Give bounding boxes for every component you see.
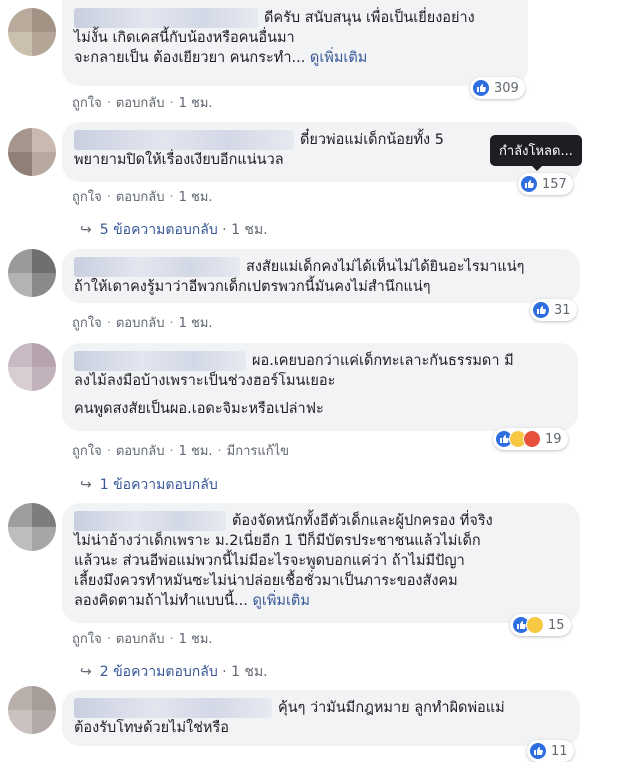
- timestamp[interactable]: 1 ชม.: [179, 190, 213, 205]
- reply-arrow-icon: ↪: [80, 222, 92, 238]
- like-icon: [532, 301, 550, 319]
- reaction-summary[interactable]: 15: [510, 614, 571, 636]
- like-link[interactable]: ถูกใจ: [72, 316, 102, 331]
- reaction-summary[interactable]: 19: [493, 428, 568, 450]
- avatar[interactable]: [8, 343, 56, 391]
- like-link[interactable]: ถูกใจ: [72, 96, 102, 111]
- like-icon: [529, 742, 547, 760]
- separator-dot: ·: [106, 96, 111, 111]
- reaction-count: 15: [548, 617, 565, 633]
- reaction-summary[interactable]: 157: [518, 173, 573, 195]
- edited-label[interactable]: มีการแก้ไข: [227, 444, 289, 459]
- comment-bubble: สงสัยแม่เด็กคงไม่ได้เห็นไม่ได้ยินอะไรมาแ…: [62, 249, 580, 303]
- replies-timestamp: 1 ชม.: [231, 664, 268, 680]
- comment-actions: ถูกใจ · ตอบกลับ · 1 ชม.: [72, 628, 213, 649]
- reply-link[interactable]: ตอบกลับ: [116, 316, 165, 331]
- reaction-summary[interactable]: 11: [527, 740, 574, 762]
- reply-link[interactable]: ตอบกลับ: [116, 96, 165, 111]
- separator-dot: ·: [169, 316, 174, 331]
- like-link[interactable]: ถูกใจ: [72, 190, 102, 205]
- commenter-name[interactable]: [74, 8, 258, 28]
- loading-tooltip: กำลังโหลด...: [490, 135, 582, 171]
- comment-actions: ถูกใจ · ตอบกลับ · 1 ชม. · มีการแก้ไข: [72, 440, 289, 461]
- view-replies-link[interactable]: ↪ 2 ข้อความตอบกลับ · 1 ชม.: [80, 661, 268, 683]
- reply-link[interactable]: ตอบกลับ: [116, 632, 165, 647]
- reaction-count: 11: [551, 743, 568, 759]
- comment-text-paragraph: คนพูดสงสัยเป็นผอ.เอดะจิมะหรือเปล่าฟะ: [74, 401, 324, 417]
- commenter-name[interactable]: [74, 351, 246, 371]
- timestamp[interactable]: 1 ชม.: [179, 444, 213, 459]
- replies-timestamp: 1 ชม.: [231, 222, 268, 238]
- avatar[interactable]: [8, 8, 56, 56]
- like-link[interactable]: ถูกใจ: [72, 632, 102, 647]
- see-more-link[interactable]: ดูเพิ่มเติม: [252, 593, 309, 609]
- reaction-count: 309: [494, 80, 519, 96]
- timestamp[interactable]: 1 ชม.: [179, 316, 213, 331]
- replies-count-label[interactable]: 1 ข้อความตอบกลับ: [100, 477, 218, 493]
- comment-bubble: ดีครับ สนับสนุน เพื่อเป็นเยี่ยงอย่าง ไม่…: [62, 0, 528, 86]
- replies-count-label[interactable]: 2 ข้อความตอบกลับ: [100, 664, 218, 680]
- comment-bubble: คุ้นๆ ว่ามันมีกฎหมาย ลูกทำผิดพ่อแม่ ต้อง…: [62, 690, 580, 746]
- comment-actions: ถูกใจ · ตอบกลับ · 1 ชม.: [72, 92, 213, 113]
- view-replies-link[interactable]: ↪ 1 ข้อความตอบกลับ: [80, 474, 218, 496]
- comment-actions: ถูกใจ · ตอบกลับ · 1 ชม.: [72, 186, 213, 207]
- separator-dot: ·: [169, 444, 174, 459]
- angry-icon: [523, 430, 541, 448]
- separator-dot: ·: [106, 444, 111, 459]
- separator-dot: ·: [169, 632, 174, 647]
- comment-actions: ถูกใจ · ตอบกลับ · 1 ชม.: [72, 312, 213, 333]
- see-more-link[interactable]: ดูเพิ่มเติม: [310, 50, 367, 66]
- avatar[interactable]: [8, 128, 56, 176]
- separator-dot: ·: [106, 632, 111, 647]
- separator-dot: ·: [106, 190, 111, 205]
- like-link[interactable]: ถูกใจ: [72, 444, 102, 459]
- reply-arrow-icon: ↪: [80, 477, 92, 493]
- reply-arrow-icon: ↪: [80, 664, 92, 680]
- reaction-count: 157: [542, 176, 567, 192]
- like-icon: [520, 175, 538, 193]
- comment-bubble: ต้องจัดหนักทั้งอีตัวเด็กและผู้ปกครอง ที่…: [62, 503, 580, 623]
- separator-dot: ·: [169, 190, 174, 205]
- separator-dot: ·: [106, 316, 111, 331]
- replies-count-label[interactable]: 5 ข้อความตอบกลับ: [100, 222, 218, 238]
- avatar[interactable]: [8, 249, 56, 297]
- reaction-count: 19: [545, 431, 562, 447]
- like-icon: [472, 79, 490, 97]
- commenter-name[interactable]: [74, 698, 272, 718]
- separator-dot: ·: [217, 444, 222, 459]
- avatar[interactable]: [8, 503, 56, 551]
- timestamp[interactable]: 1 ชม.: [179, 96, 213, 111]
- view-replies-link[interactable]: ↪ 5 ข้อความตอบกลับ · 1 ชม.: [80, 219, 268, 241]
- reply-link[interactable]: ตอบกลับ: [116, 190, 165, 205]
- separator-dot: ·: [169, 96, 174, 111]
- commenter-name[interactable]: [74, 257, 240, 277]
- reaction-count: 31: [554, 302, 571, 318]
- reaction-summary[interactable]: 309: [470, 77, 525, 99]
- reply-link[interactable]: ตอบกลับ: [116, 444, 165, 459]
- comment-bubble: ผอ.เคยบอกว่าแค่เด็กทะเลาะกันธรรมดา มี ลง…: [62, 343, 578, 431]
- timestamp[interactable]: 1 ชม.: [179, 632, 213, 647]
- commenter-name[interactable]: [74, 511, 226, 531]
- commenter-name[interactable]: [74, 130, 294, 150]
- haha-icon: [526, 616, 544, 634]
- avatar[interactable]: [8, 686, 56, 734]
- reaction-summary[interactable]: 31: [530, 299, 577, 321]
